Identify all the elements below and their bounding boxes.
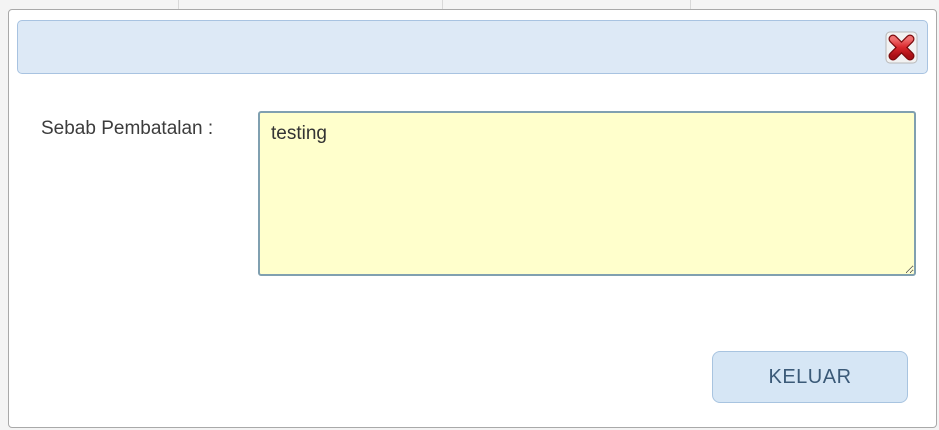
dialog-titlebar <box>17 20 928 74</box>
cancel-reason-textarea[interactable]: testing <box>258 111 916 276</box>
cancel-reason-dialog: Sebab Pembatalan : testing KELUAR <box>8 9 937 428</box>
close-icon <box>885 31 918 64</box>
close-button[interactable] <box>885 31 918 64</box>
cancel-reason-label: Sebab Pembatalan : <box>41 118 214 139</box>
exit-button[interactable]: KELUAR <box>712 351 908 403</box>
